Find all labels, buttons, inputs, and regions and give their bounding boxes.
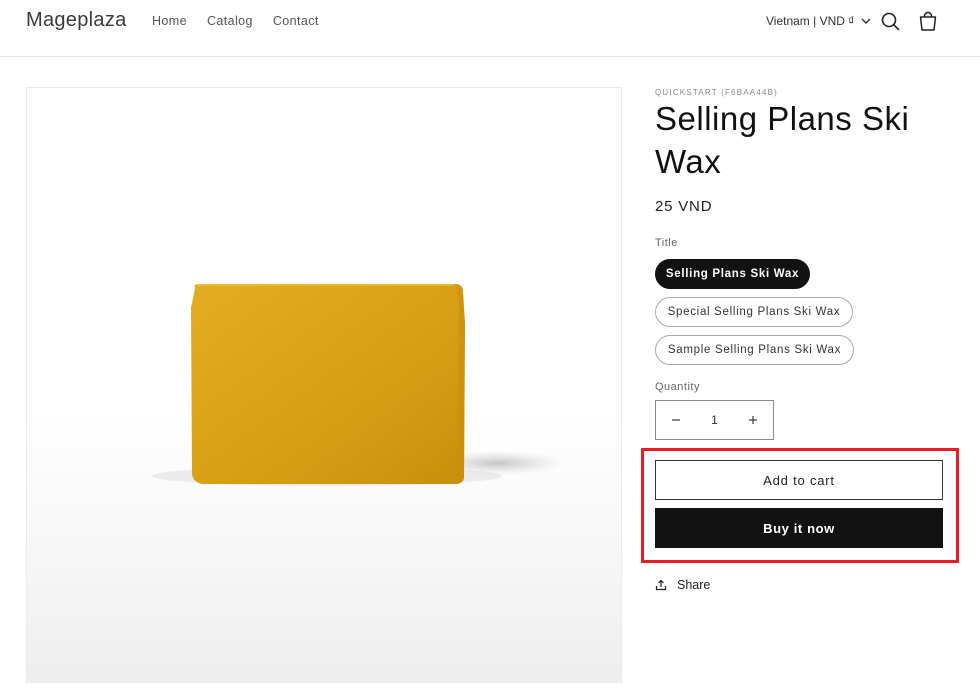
nav-home[interactable]: Home — [152, 14, 187, 28]
quantity-input[interactable]: 1 — [697, 413, 733, 427]
locale-label: Vietnam | VND ₫ — [766, 14, 855, 28]
minus-icon — [672, 419, 680, 421]
variant-option-sample[interactable]: Sample Selling Plans Ski Wax — [655, 335, 854, 365]
cart-icon[interactable] — [917, 11, 939, 33]
quantity-decrease-button[interactable] — [656, 401, 696, 439]
share-button[interactable]: Share — [655, 578, 710, 592]
buy-it-now-button[interactable]: Buy it now — [655, 508, 943, 548]
nav-catalog[interactable]: Catalog — [207, 14, 253, 28]
site-header: Mageplaza Home Catalog Contact Vietnam |… — [0, 0, 980, 57]
share-icon — [655, 579, 667, 591]
quantity-stepper: 1 — [655, 400, 774, 440]
product-title: Selling Plans Ski Wax — [655, 100, 910, 180]
product-vendor: QUICKSTART (F6BAA44B) — [655, 88, 779, 97]
store-logo[interactable]: Mageplaza — [26, 9, 127, 32]
main-nav: Home Catalog Contact — [152, 14, 319, 28]
share-label: Share — [677, 578, 711, 592]
variant-option-selling-plans[interactable]: Selling Plans Ski Wax — [655, 259, 810, 289]
ski-wax-bar-image — [152, 284, 567, 486]
variant-option-special[interactable]: Special Selling Plans Ski Wax — [655, 297, 853, 327]
plus-icon — [749, 416, 757, 424]
product-price: 25 VND — [655, 198, 713, 215]
search-icon[interactable] — [880, 11, 902, 33]
quantity-increase-button[interactable] — [733, 401, 773, 439]
chevron-down-icon — [861, 18, 871, 24]
option-label: Title — [655, 237, 678, 249]
nav-contact[interactable]: Contact — [273, 14, 319, 28]
add-to-cart-button[interactable]: Add to cart — [655, 460, 943, 500]
product-image[interactable] — [26, 87, 622, 683]
quantity-label: Quantity — [655, 381, 700, 393]
locale-selector[interactable]: Vietnam | VND ₫ — [766, 14, 871, 28]
